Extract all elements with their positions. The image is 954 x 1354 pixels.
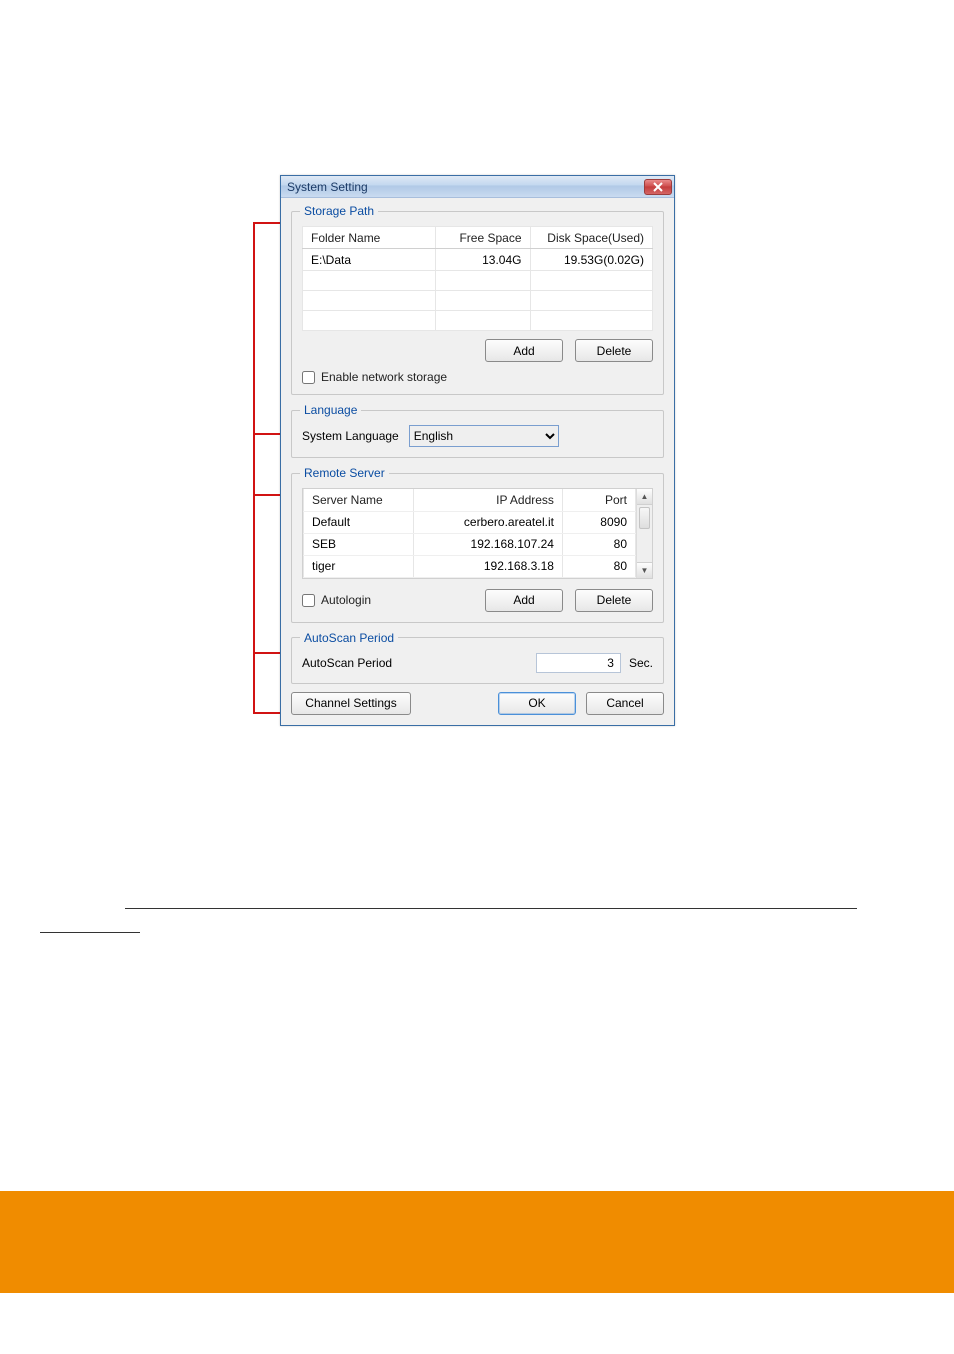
enable-network-storage-row[interactable]: Enable network storage [302,370,653,384]
table-row[interactable]: SEB 192.168.107.24 80 [304,533,636,555]
cell-ip: 192.168.3.18 [413,555,562,577]
close-button[interactable] [644,179,672,195]
storage-path-legend: Storage Path [300,204,378,218]
cell-ip: cerbero.areatel.it [413,511,562,533]
cell-server-name: Default [304,511,414,533]
server-table-wrap: Server Name IP Address Port Default cerb… [302,488,653,579]
storage-add-button[interactable]: Add [485,339,563,362]
col-port: Port [562,489,635,511]
titlebar: System Setting [281,176,674,198]
autoscan-row: AutoScan Period Sec. [302,653,653,673]
autoscan-label: AutoScan Period [302,656,392,670]
col-free-space: Free Space [436,227,531,249]
col-folder-name: Folder Name [303,227,436,249]
autologin-row[interactable]: Autologin [302,593,485,607]
cell-port: 80 [562,533,635,555]
autoscan-group: AutoScan Period AutoScan Period Sec. [291,631,664,684]
system-language-label: System Language [302,429,399,443]
autoscan-input[interactable] [536,653,621,673]
table-header-row: Server Name IP Address Port [304,489,636,511]
storage-path-group: Storage Path Folder Name Free Space Disk… [291,204,664,395]
remote-delete-button[interactable]: Delete [575,589,653,612]
channel-settings-button[interactable]: Channel Settings [291,692,411,715]
storage-table: Folder Name Free Space Disk Space(Used) … [302,226,653,331]
page-separator-short [40,932,140,933]
autoscan-legend: AutoScan Period [300,631,398,645]
page-footer-band [0,1191,954,1293]
storage-delete-button[interactable]: Delete [575,339,653,362]
cell-free: 13.04G [436,249,531,271]
table-row-empty [303,271,653,291]
cell-server-name: tiger [304,555,414,577]
autologin-label: Autologin [321,593,371,607]
remote-server-group: Remote Server Server Name IP Address Por… [291,466,664,623]
col-disk-space: Disk Space(Used) [530,227,653,249]
footer-row: Channel Settings OK Cancel [291,692,664,715]
storage-buttons: Add Delete [302,339,653,362]
server-table: Server Name IP Address Port Default cerb… [303,489,636,578]
dialog-title: System Setting [287,180,644,194]
system-setting-dialog: System Setting Storage Path Folder Name … [280,175,675,726]
callout-line [253,222,255,714]
cancel-button[interactable]: Cancel [586,692,664,715]
cell-port: 80 [562,555,635,577]
col-server-name: Server Name [304,489,414,511]
table-row[interactable]: E:\Data 13.04G 19.53G(0.02G) [303,249,653,271]
autologin-checkbox[interactable] [302,594,315,607]
scroll-up-icon[interactable]: ▲ [637,489,652,505]
close-icon [653,182,663,192]
col-ip-address: IP Address [413,489,562,511]
system-language-select[interactable]: English [409,425,559,447]
cell-server-name: SEB [304,533,414,555]
table-row-empty [303,311,653,331]
table-row[interactable]: tiger 192.168.3.18 80 [304,555,636,577]
table-header-row: Folder Name Free Space Disk Space(Used) [303,227,653,249]
enable-network-storage-checkbox[interactable] [302,371,315,384]
scroll-down-icon[interactable]: ▼ [637,562,652,578]
enable-network-storage-label: Enable network storage [321,370,447,384]
table-row-empty [303,291,653,311]
page-separator [125,908,857,909]
table-row[interactable]: Default cerbero.areatel.it 8090 [304,511,636,533]
language-legend: Language [300,403,361,417]
ok-button[interactable]: OK [498,692,576,715]
remote-add-button[interactable]: Add [485,589,563,612]
server-scrollbar[interactable]: ▲ ▼ [636,489,652,578]
language-group: Language System Language English [291,403,664,458]
remote-bottom-row: Autologin Add Delete [302,589,653,612]
cell-port: 8090 [562,511,635,533]
remote-server-legend: Remote Server [300,466,389,480]
autoscan-unit: Sec. [629,656,653,670]
dialog-body: Storage Path Folder Name Free Space Disk… [281,198,674,725]
scroll-thumb[interactable] [639,507,650,529]
cell-ip: 192.168.107.24 [413,533,562,555]
language-row: System Language English [302,425,653,447]
cell-disk: 19.53G(0.02G) [530,249,653,271]
cell-folder: E:\Data [303,249,436,271]
